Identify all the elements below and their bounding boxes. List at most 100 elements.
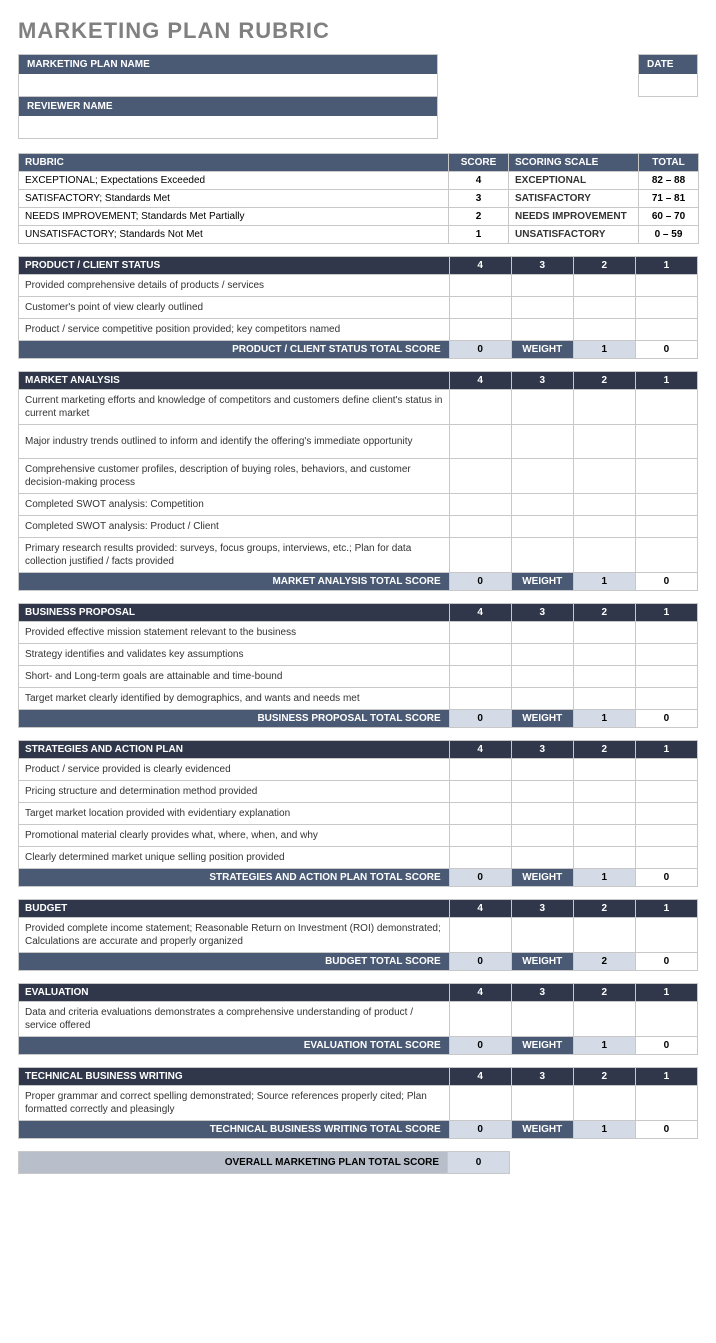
score-cell-2[interactable] [573,275,635,297]
score-cell-2[interactable] [573,494,635,516]
score-cell-3[interactable] [511,1002,573,1037]
criteria-row: Provided complete income statement; Reas… [19,918,698,953]
weight-value[interactable]: 1 [573,1037,635,1055]
score-cell-2[interactable] [573,847,635,869]
score-cell-3[interactable] [511,803,573,825]
score-cell-1[interactable] [635,516,697,538]
score-cell-2[interactable] [573,516,635,538]
score-cell-2[interactable] [573,688,635,710]
score-cell-3[interactable] [511,538,573,573]
score-cell-2[interactable] [573,622,635,644]
score-cell-4[interactable] [449,644,511,666]
score-cell-2[interactable] [573,297,635,319]
score-cell-4[interactable] [449,759,511,781]
score-cell-2[interactable] [573,1002,635,1037]
score-cell-2[interactable] [573,644,635,666]
score-cell-1[interactable] [635,666,697,688]
score-cell-4[interactable] [449,494,511,516]
score-cell-4[interactable] [449,297,511,319]
score-cell-4[interactable] [449,1086,511,1121]
score-cell-1[interactable] [635,825,697,847]
score-cell-1[interactable] [635,759,697,781]
score-cell-4[interactable] [449,275,511,297]
reviewer-input[interactable] [19,116,437,138]
score-cell-2[interactable] [573,390,635,425]
score-cell-3[interactable] [511,319,573,341]
score-cell-4[interactable] [449,425,511,459]
score-cell-3[interactable] [511,1086,573,1121]
weight-value[interactable]: 1 [573,1121,635,1139]
score-cell-1[interactable] [635,622,697,644]
score-cell-4[interactable] [449,390,511,425]
score-cell-1[interactable] [635,494,697,516]
score-cell-2[interactable] [573,425,635,459]
score-cell-2[interactable] [573,918,635,953]
score-cell-3[interactable] [511,459,573,494]
score-cell-3[interactable] [511,759,573,781]
score-cell-2[interactable] [573,319,635,341]
score-cell-4[interactable] [449,1002,511,1037]
weight-value[interactable]: 1 [573,869,635,887]
score-cell-3[interactable] [511,847,573,869]
score-cell-4[interactable] [449,666,511,688]
score-cell-3[interactable] [511,516,573,538]
plan-name-input[interactable] [19,74,437,96]
score-cell-3[interactable] [511,275,573,297]
score-cell-1[interactable] [635,781,697,803]
score-cell-1[interactable] [635,644,697,666]
score-cell-2[interactable] [573,781,635,803]
score-cell-1[interactable] [635,688,697,710]
score-cell-4[interactable] [449,847,511,869]
score-cell-4[interactable] [449,516,511,538]
score-cell-2[interactable] [573,459,635,494]
score-cell-4[interactable] [449,825,511,847]
score-cell-4[interactable] [449,538,511,573]
score-cell-4[interactable] [449,688,511,710]
weight-value[interactable]: 1 [573,573,635,591]
score-cell-4[interactable] [449,459,511,494]
score-cell-3[interactable] [511,622,573,644]
score-cell-1[interactable] [635,1086,697,1121]
score-cell-4[interactable] [449,803,511,825]
score-cell-2[interactable] [573,803,635,825]
score-cell-3[interactable] [511,825,573,847]
score-header: 4 [449,257,511,275]
score-cell-1[interactable] [635,319,697,341]
score-cell-1[interactable] [635,918,697,953]
score-cell-3[interactable] [511,644,573,666]
score-cell-3[interactable] [511,494,573,516]
score-cell-4[interactable] [449,781,511,803]
score-cell-1[interactable] [635,1002,697,1037]
score-cell-3[interactable] [511,425,573,459]
score-cell-1[interactable] [635,390,697,425]
score-cell-1[interactable] [635,297,697,319]
score-cell-1[interactable] [635,847,697,869]
criteria-text: Comprehensive customer profiles, descrip… [19,459,450,494]
score-cell-1[interactable] [635,275,697,297]
score-cell-3[interactable] [511,781,573,803]
score-cell-1[interactable] [635,803,697,825]
date-input[interactable] [639,74,697,96]
score-cell-3[interactable] [511,666,573,688]
score-cell-2[interactable] [573,538,635,573]
score-cell-3[interactable] [511,688,573,710]
score-cell-3[interactable] [511,390,573,425]
score-cell-3[interactable] [511,918,573,953]
score-cell-4[interactable] [449,319,511,341]
score-header: 2 [573,741,635,759]
score-cell-1[interactable] [635,538,697,573]
criteria-text: Current marketing efforts and knowledge … [19,390,450,425]
score-cell-3[interactable] [511,297,573,319]
weight-value[interactable]: 1 [573,710,635,728]
weight-value[interactable]: 2 [573,953,635,971]
score-cell-2[interactable] [573,666,635,688]
score-cell-2[interactable] [573,1086,635,1121]
score-cell-1[interactable] [635,459,697,494]
score-cell-4[interactable] [449,918,511,953]
score-cell-2[interactable] [573,759,635,781]
score-cell-4[interactable] [449,622,511,644]
criteria-row: Comprehensive customer profiles, descrip… [19,459,698,494]
score-cell-2[interactable] [573,825,635,847]
weight-value[interactable]: 1 [573,341,635,359]
score-cell-1[interactable] [635,425,697,459]
